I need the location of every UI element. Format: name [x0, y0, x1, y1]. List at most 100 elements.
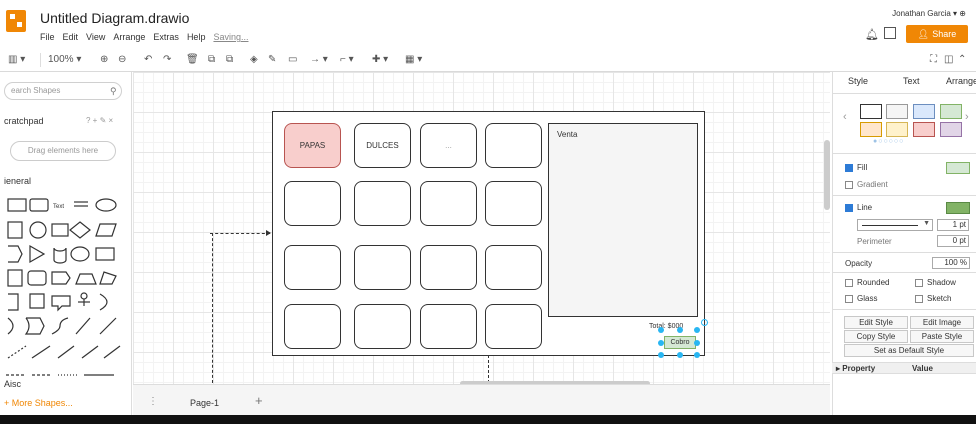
shape-library-general[interactable]: Text: [4, 194, 124, 366]
fill-color-swatch[interactable]: [946, 162, 970, 174]
diagram-title[interactable]: Untitled Diagram.drawio: [40, 10, 189, 26]
more-shapes-link[interactable]: + More Shapes...: [4, 398, 73, 408]
style-swatch[interactable]: [860, 104, 882, 119]
menu-view[interactable]: View: [86, 32, 105, 42]
fullscreen-icon[interactable]: ⛶: [930, 52, 937, 68]
button-cell[interactable]: [420, 304, 477, 349]
selection-handle[interactable]: [694, 340, 700, 346]
format-panel-icon[interactable]: [884, 27, 896, 39]
selection-handle[interactable]: [677, 327, 683, 333]
redo-icon[interactable]: ↷: [163, 52, 171, 68]
general-header[interactable]: ieneral: [4, 176, 31, 186]
button-cell[interactable]: ...: [420, 123, 477, 168]
set-default-style-button[interactable]: Set as Default Style: [844, 344, 974, 357]
button-cell[interactable]: PAPAS: [284, 123, 341, 168]
dashed-edge-bottom[interactable]: [488, 355, 490, 383]
selection-handle[interactable]: [658, 352, 664, 358]
rotate-handle-icon[interactable]: [701, 319, 708, 326]
cobro-button[interactable]: Cobro: [664, 336, 696, 349]
shadow-option[interactable]: Shadow: [915, 278, 956, 287]
button-cell[interactable]: [284, 245, 341, 290]
scratchpad-drop-area[interactable]: Drag elements here: [10, 141, 116, 161]
collapse-icon[interactable]: ⌃: [958, 52, 966, 68]
line-width-input[interactable]: 1 pt: [937, 219, 969, 231]
connector-row[interactable]: [4, 370, 124, 380]
style-swatch[interactable]: [913, 122, 935, 137]
search-icon[interactable]: ⚲: [110, 86, 117, 97]
panel-icon[interactable]: ◫: [944, 52, 953, 68]
dashed-edge-vertical[interactable]: [212, 233, 214, 383]
style-swatch[interactable]: [940, 104, 962, 119]
menu-extras[interactable]: Extras: [153, 32, 179, 42]
scratchpad-header[interactable]: cratchpad: [4, 116, 44, 126]
button-cell[interactable]: [420, 245, 477, 290]
button-cell[interactable]: DULCES: [354, 123, 411, 168]
selection-handle[interactable]: [694, 327, 700, 333]
style-swatch[interactable]: [886, 122, 908, 137]
edit-style-button[interactable]: Edit Style: [844, 316, 908, 329]
add-page-icon[interactable]: +: [255, 393, 263, 408]
button-cell[interactable]: [485, 245, 542, 290]
to-front-icon[interactable]: ⧉: [208, 52, 215, 68]
button-cell[interactable]: [485, 181, 542, 226]
selection-handle[interactable]: [677, 352, 683, 358]
fill-option[interactable]: Fill: [845, 163, 867, 172]
property-header[interactable]: ▸ Property: [836, 364, 875, 373]
table-icon[interactable]: ▦ ▾: [405, 52, 422, 68]
bell-icon[interactable]: 🔔︎: [865, 28, 879, 41]
selection-handle[interactable]: [694, 352, 700, 358]
copy-style-button[interactable]: Copy Style: [844, 330, 908, 343]
zoom-out-icon[interactable]: ⊖: [118, 52, 126, 68]
menu-help[interactable]: Help: [187, 32, 206, 42]
chevron-right-icon[interactable]: ›: [965, 111, 969, 123]
button-cell[interactable]: [485, 123, 542, 168]
search-shapes-input[interactable]: earch Shapes: [4, 82, 122, 100]
swatch-pager-dots[interactable]: ●○○○○○: [873, 138, 904, 145]
opacity-input[interactable]: 100 %: [932, 257, 970, 269]
dashed-edge-horizontal[interactable]: [210, 233, 270, 235]
tab-arrange[interactable]: Arrange: [946, 76, 976, 86]
tab-style[interactable]: Style: [848, 76, 868, 86]
shadow-icon[interactable]: ▭: [288, 52, 297, 68]
button-cell[interactable]: [354, 245, 411, 290]
style-swatch[interactable]: [860, 122, 882, 137]
button-cell[interactable]: [354, 181, 411, 226]
line-color-icon[interactable]: ✎: [268, 52, 276, 68]
venta-panel[interactable]: Venta: [548, 123, 698, 317]
style-swatch[interactable]: [886, 104, 908, 119]
to-back-icon[interactable]: ⧉: [226, 52, 233, 68]
chevron-left-icon[interactable]: ‹: [843, 111, 847, 123]
insert-icon[interactable]: ✚ ▾: [372, 52, 388, 68]
glass-option[interactable]: Glass: [845, 294, 877, 303]
line-color-swatch[interactable]: [946, 202, 970, 214]
line-checkbox[interactable]: [845, 203, 853, 212]
style-swatch[interactable]: [913, 104, 935, 119]
fill-color-icon[interactable]: ◈: [250, 52, 258, 68]
tab-text[interactable]: Text: [903, 76, 920, 86]
menu-file[interactable]: File: [40, 32, 55, 42]
vertical-scrollbar[interactable]: [824, 140, 830, 210]
misc-header[interactable]: Aisc: [4, 379, 21, 389]
menu-edit[interactable]: Edit: [63, 32, 79, 42]
fill-checkbox[interactable]: [845, 163, 853, 172]
scratchpad-actions-icon[interactable]: ? + ✎ ×: [86, 116, 113, 125]
gradient-option[interactable]: Gradient: [845, 180, 888, 189]
zoom-select[interactable]: 100% ▾: [48, 52, 81, 68]
zoom-in-icon[interactable]: ⊕: [100, 52, 108, 68]
delete-icon[interactable]: 🗑︎: [186, 52, 199, 68]
edit-image-button[interactable]: Edit Image: [910, 316, 974, 329]
waypoints-icon[interactable]: ⌐ ▾: [340, 52, 354, 68]
undo-icon[interactable]: ↶: [144, 52, 152, 68]
rounded-option[interactable]: Rounded: [845, 278, 889, 287]
button-cell[interactable]: [284, 181, 341, 226]
selection-handle[interactable]: [658, 340, 664, 346]
selection-handle[interactable]: [658, 327, 664, 333]
pages-toggle-icon[interactable]: ▥ ▾: [8, 52, 25, 68]
button-cell[interactable]: [284, 304, 341, 349]
paste-style-button[interactable]: Paste Style: [910, 330, 974, 343]
menu-arrange[interactable]: Arrange: [113, 32, 145, 42]
gradient-checkbox[interactable]: [845, 180, 853, 189]
button-cell[interactable]: [420, 181, 477, 226]
perimeter-input[interactable]: 0 pt: [937, 235, 969, 247]
connection-icon[interactable]: → ▾: [310, 52, 328, 68]
